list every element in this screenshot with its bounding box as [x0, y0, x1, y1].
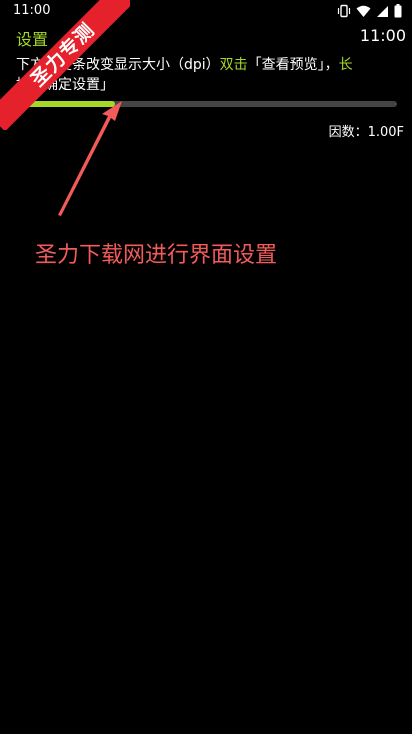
battery-icon: [394, 4, 402, 18]
app-header: 设置 11:00: [0, 24, 412, 50]
clock-display: 11:00: [359, 26, 406, 45]
instruction-double-tap: 双击: [219, 57, 248, 73]
annotation-caption: 圣力下载网进行界面设置: [35, 243, 278, 268]
instruction-text: 下方进度条改变显示大小（dpi）双击「查看预览」，长按「确定设置」: [16, 55, 400, 95]
annotation-arrow-shape: [58, 101, 122, 216]
factor-label: 因数：1.00F: [328, 125, 404, 140]
dpi-slider-thumb[interactable]: [107, 96, 123, 112]
dpi-slider-progress: [16, 101, 116, 107]
page-title: 设置: [16, 30, 49, 49]
status-bar: 11:00: [0, 0, 412, 22]
status-time: 11:00: [13, 3, 51, 18]
dpi-slider[interactable]: [16, 101, 397, 107]
instruction-long-press: 长: [338, 57, 353, 73]
vibrate-icon: [337, 4, 351, 18]
wifi-icon: [356, 5, 371, 18]
instruction-part-1: 下方进度条改变显示大小（dpi）: [16, 57, 220, 73]
instruction-preview: 「查看预览」，: [247, 57, 339, 73]
status-icons: [337, 4, 402, 18]
annotation-arrow: [58, 101, 122, 216]
signal-icon: [376, 5, 389, 18]
instruction-confirm: 按「确定设置」: [16, 77, 114, 93]
